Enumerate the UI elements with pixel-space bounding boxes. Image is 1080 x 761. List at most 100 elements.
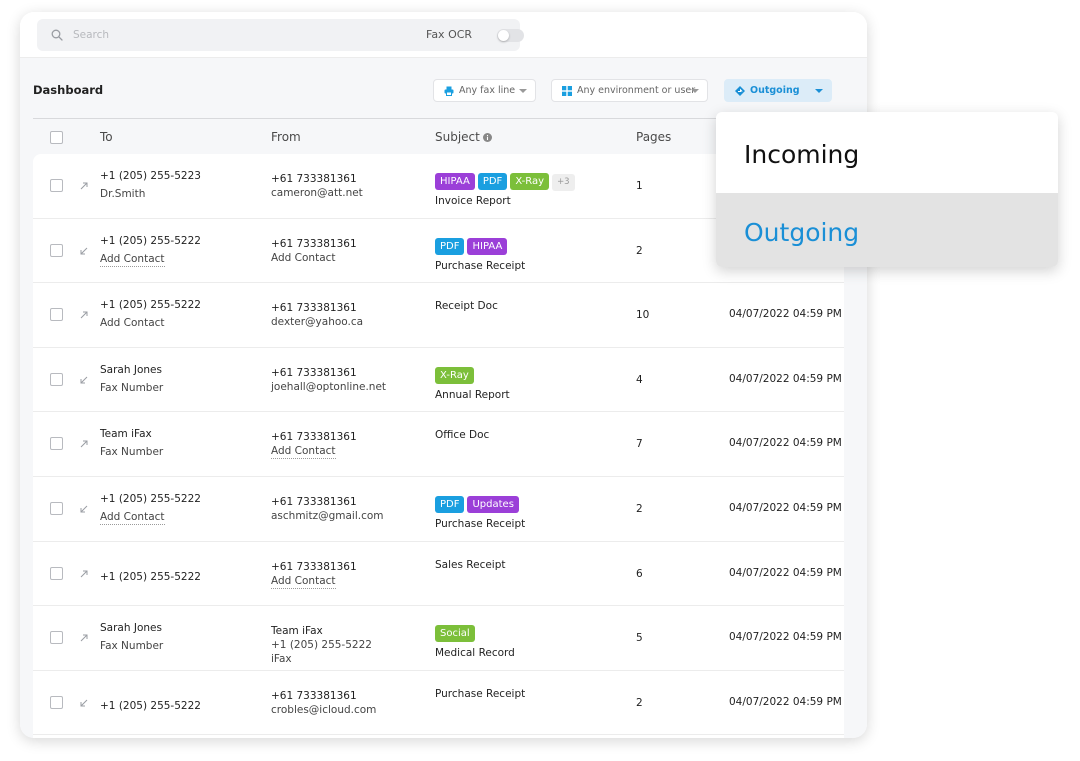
grid-icon [562,86,572,96]
add-contact-link[interactable]: Add Contact [100,511,165,525]
page-count: 6 [636,567,643,580]
column-header-from[interactable]: From [271,130,301,144]
tag-list: PDF HIPAA [435,234,510,255]
row-checkbox[interactable] [50,695,63,709]
arrow-up-right-icon [80,634,88,642]
row-checkbox[interactable] [50,308,63,322]
sent-date: 04/07/2022 04:59 PM [729,308,842,321]
sender-name: +61 733381361 [271,689,357,702]
recipient-name: +1 (205) 255-5222 [100,493,201,505]
table-row[interactable]: Team iFax Fax Number +61 733381361 Add Cont… [33,412,844,477]
subject-text: Purchase Receipt [435,518,526,530]
table-row[interactable]: Sarah Jones Fax Number +61 733381361 joehal… [33,348,844,413]
fax-line-filter-label: Any fax line [459,85,516,96]
recipient-detail: Fax Number [100,446,164,459]
arrow-up-right-icon [80,440,88,448]
recipient-name: Sarah Jones [100,363,162,376]
arrow-up-right-icon [80,182,88,190]
row-checkbox[interactable] [50,502,63,515]
row-checkbox[interactable] [50,179,63,192]
row-checkbox[interactable] [50,243,63,257]
add-contact-link[interactable]: Add Contact [271,445,336,460]
more-tags-badge[interactable]: +3 [552,174,575,191]
row-checkbox[interactable] [50,631,63,645]
search-bar[interactable]: Fax OCR [37,19,524,51]
recipient-detail: Dr.Smith [100,188,146,200]
table-row[interactable]: Sarah Jones Fax Number Team iFax +1 (205) 2… [33,606,844,671]
printer-icon [444,86,454,96]
column-header-subject-label: Subject [435,130,480,144]
sender-detail: joehall@optonline.net [271,380,387,393]
recipient-name: +1 (205) 255-5222 [100,570,201,583]
tag-badge[interactable]: PDF [435,496,465,513]
tag-badge[interactable]: Social [435,625,475,643]
page-count: 10 [636,309,650,322]
tag-badge[interactable]: Updates [467,496,519,513]
page-count: 2 [636,244,643,257]
sender-extra: iFax [271,653,292,666]
add-contact-link[interactable]: Add Contact [271,575,336,589]
tag-list: PDF Updates [435,492,522,513]
page-count: 2 [636,503,643,515]
select-all-checkbox[interactable] [50,131,63,144]
table-row[interactable]: +1 (205) 255-5222 Add Contact +61 73338136… [33,477,844,542]
sender-name: +61 733381361 [271,431,357,444]
row-checkbox[interactable] [50,566,63,580]
tag-badge[interactable]: HIPAA [467,237,508,255]
tag-badge[interactable]: HIPAA [435,173,475,190]
sent-date: 04/07/2022 04:59 PM [729,502,842,514]
column-header-subject[interactable]: Subject [435,130,492,144]
recipient-name: +1 (205) 255-5222 [100,299,201,312]
sender-name: Team iFax [271,625,323,638]
direction-filter-label: Outgoing [750,85,800,96]
direction-filter[interactable]: Outgoing [724,79,832,102]
column-header-to[interactable]: To [100,130,113,144]
column-header-pages[interactable]: Pages [636,130,671,144]
sender-detail: cameron@att.net [271,187,363,199]
table-row[interactable]: +1 (205) 255-5222 Add Contact +61 73338136… [33,283,844,348]
menu-item-incoming-label: Incoming [744,140,860,169]
menu-item-outgoing[interactable]: Outgoing [716,193,1058,267]
add-contact-link[interactable]: Add Contact [100,253,165,267]
search-input[interactable] [73,25,373,45]
top-bar: Fax OCR [20,12,867,58]
tag-badge[interactable]: PDF [477,173,508,190]
menu-item-outgoing-label: Outgoing [744,218,860,247]
info-icon[interactable] [482,133,492,142]
subject-text: Invoice Report [435,195,511,207]
page-count: 4 [636,373,643,386]
arrow-up-right-icon [80,570,88,577]
recipient-detail: Add Contact [100,317,165,330]
search-icon [51,29,63,41]
sender-name: +61 733381361 [271,496,357,508]
subject-text: Annual Report [435,388,510,401]
environment-filter[interactable]: Any environment or user [551,79,708,102]
sender-detail: +1 (205) 255-5222 [271,639,372,652]
subject-text: Sales Receipt [435,558,506,571]
fax-ocr-toggle[interactable] [497,29,524,42]
table-row[interactable]: +1 (205) 255-5222 +61 733381361 Add Contac… [33,542,844,607]
subject-text: Medical Record [435,647,515,660]
tag-badge[interactable]: PDF [435,237,465,255]
row-checkbox[interactable] [50,372,63,386]
sender-name: +61 733381361 [271,302,357,315]
recipient-name: +1 (205) 255-5222 [100,234,201,247]
sent-date: 04/07/2022 04:59 PM [729,372,842,385]
recipient-detail: Fax Number [100,640,164,653]
arrow-down-left-icon [80,699,88,707]
row-checkbox[interactable] [50,437,63,451]
sent-date: 04/07/2022 04:59 PM [729,631,842,644]
recipient-name: Team iFax [100,428,152,441]
tag-badge[interactable]: X-Ray [435,366,474,384]
tag-list: HIPAA PDF X-Ray +3 [435,169,575,191]
sender-name: +61 733381361 [271,173,357,185]
table-row[interactable]: +1 (205) 255-5222 +61 733381361 crobles@ic… [33,671,844,736]
page-count: 2 [636,696,643,709]
arrow-down-left-icon [80,505,88,513]
recipient-name: +1 (205) 255-5222 [100,699,201,712]
arrow-up-right-icon [80,311,88,319]
fax-line-filter[interactable]: Any fax line [433,79,536,102]
tag-badge[interactable]: X-Ray [510,173,550,190]
menu-item-incoming[interactable]: Incoming [716,115,1058,193]
tag-list: Social [435,621,478,643]
